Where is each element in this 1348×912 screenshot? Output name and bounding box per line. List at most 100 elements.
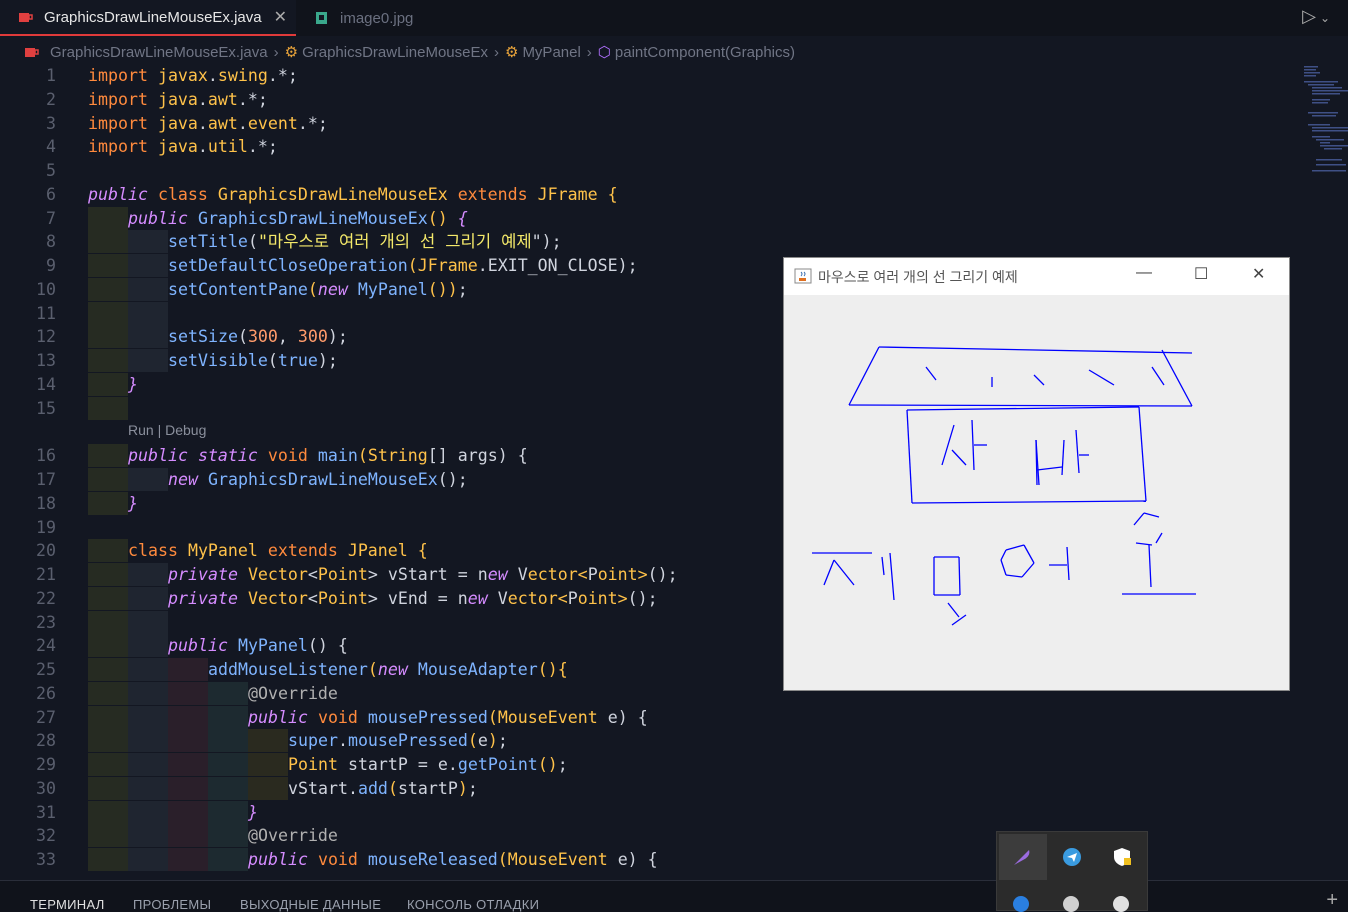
maximize-button[interactable]: ☐ [1194, 264, 1208, 284]
drawn-line [1075, 429, 1080, 474]
code-line[interactable]: 11 [0, 302, 780, 325]
tab-output[interactable]: ВЫХОДНЫЕ ДАННЫЕ [240, 897, 381, 912]
drawn-line [1005, 574, 1023, 578]
java-file-icon [25, 48, 39, 57]
code-line[interactable]: 17 new GraphicsDrawLineMouseEx(); [0, 468, 780, 491]
tab-java-file[interactable]: GraphicsDrawLineMouseEx.java ✕ [0, 0, 296, 36]
code-line[interactable]: 27 public void mousePressed(MouseEvent e)… [0, 706, 780, 729]
drawn-line [1061, 439, 1065, 476]
run-button[interactable]: ▷ ⌄ [1302, 6, 1330, 27]
add-terminal-button[interactable]: + [1326, 889, 1338, 912]
code-line[interactable]: 5 [0, 159, 780, 182]
code-line[interactable]: 13 setVisible(true); [0, 349, 780, 372]
feather-icon[interactable] [1011, 846, 1033, 868]
code-line[interactable]: 4 import java.util.*; [0, 135, 780, 158]
indent-guide [128, 254, 168, 277]
drawn-line [925, 366, 937, 381]
app-tray-icon[interactable] [1113, 896, 1129, 912]
tab-problems[interactable]: ПРОБЛЕМЫ [133, 897, 211, 912]
close-icon[interactable]: ✕ [274, 7, 287, 27]
code-line[interactable]: 14} [0, 373, 780, 396]
breadcrumb-file[interactable]: GraphicsDrawLineMouseEx.java [50, 44, 268, 61]
indent-guide [88, 611, 128, 634]
code-text: public class GraphicsDrawLineMouseEx ext… [88, 185, 618, 204]
code-line[interactable]: 25 addMouseListener(new MouseAdapter(){ [0, 658, 780, 681]
code-line[interactable]: 32 @Override [0, 824, 780, 847]
code-line[interactable]: 31} [0, 801, 780, 824]
line-number: 26 [36, 684, 56, 703]
code-text: class MyPanel extends JPanel { [128, 541, 428, 560]
code-line[interactable]: 23 [0, 611, 780, 634]
code-line[interactable]: 33 public void mouseReleased(MouseEvent e… [0, 848, 780, 871]
drawing-canvas[interactable] [784, 295, 1289, 690]
code-line[interactable]: 24 public MyPanel() { [0, 634, 780, 657]
breadcrumb-class[interactable]: GraphicsDrawLineMouseEx [302, 44, 488, 61]
code-line[interactable]: 2 import java.awt.*; [0, 88, 780, 111]
tab-image-file[interactable]: image0.jpg [300, 0, 413, 36]
code-line[interactable]: 10 setContentPane(new MyPanel()); [0, 278, 780, 301]
drawn-line [1000, 549, 1007, 561]
tab-debug-console[interactable]: КОНСОЛЬ ОТЛАДКИ [407, 897, 539, 912]
code-text: public void mouseReleased(MouseEvent e) … [248, 850, 658, 869]
indent-guide [88, 634, 128, 657]
drawn-line [941, 424, 955, 466]
minimize-button[interactable]: — [1136, 264, 1152, 282]
indent-guide [88, 706, 128, 729]
codelens-run-debug[interactable]: Run | Debug [128, 422, 206, 438]
code-line[interactable]: 19 [0, 516, 780, 539]
line-number: 27 [36, 708, 56, 727]
code-line[interactable]: 16 public static void main(String[] args)… [0, 444, 780, 467]
code-text: import java.awt.*; [88, 90, 268, 109]
code-line[interactable]: 22 private Vector<Point> vEnd = new Vecto… [0, 587, 780, 610]
code-line[interactable]: 30 vStart.add(startP); [0, 777, 780, 800]
drawn-line [878, 346, 1193, 354]
line-number: 20 [36, 541, 56, 560]
code-line[interactable]: 18} [0, 492, 780, 515]
indent-guide [208, 848, 248, 871]
line-number: 23 [36, 613, 56, 632]
line-number: 21 [36, 565, 56, 584]
code-line[interactable]: 12 setSize(300, 300); [0, 325, 780, 348]
drawn-line [958, 556, 961, 596]
shield-warning-icon[interactable] [1111, 846, 1133, 868]
drawn-line [889, 552, 895, 601]
indent-guide [88, 563, 128, 586]
tab-terminal[interactable]: ТЕРМИНАЛ [30, 897, 105, 912]
code-line[interactable]: 7 public GraphicsDrawLineMouseEx() { [0, 207, 780, 230]
code-line[interactable]: 8 setTitle("마우스로 여러 개의 선 그리기 예제"); [0, 230, 780, 253]
code-line[interactable]: 20 class MyPanel extends JPanel { [0, 539, 780, 562]
indent-guide [208, 706, 248, 729]
code-text: setContentPane(new MyPanel()); [168, 280, 468, 299]
code-line[interactable]: 29 Point startP = e.getPoint(); [0, 753, 780, 776]
drawn-line [1066, 546, 1070, 581]
breadcrumb-inner-class[interactable]: MyPanel [522, 44, 580, 61]
bluetooth-icon[interactable] [1013, 896, 1029, 912]
java-app-window[interactable]: 마우스로 여러 개의 선 그리기 예제 — ☐ ✕ [783, 257, 1290, 691]
window-title-bar[interactable]: 마우스로 여러 개의 선 그리기 예제 — ☐ ✕ [784, 258, 1289, 295]
drawn-lines [812, 346, 1196, 626]
indent-guide [168, 848, 208, 871]
drawn-line [848, 404, 1193, 407]
code-text: } [248, 803, 258, 822]
drawn-line [911, 500, 1147, 504]
code-line[interactable]: 26 @Override [0, 682, 780, 705]
code-text: public static void main(String[] args) { [128, 446, 528, 465]
telegram-icon[interactable] [1061, 846, 1083, 868]
drawn-line [971, 419, 975, 471]
minimap[interactable] [1300, 64, 1348, 184]
code-line[interactable]: 21 private Vector<Point> vStart = new Vec… [0, 563, 780, 586]
indent-guide [208, 777, 248, 800]
code-line[interactable]: 1 import javax.swing.*; [0, 64, 780, 87]
drawn-line [1148, 544, 1152, 588]
code-line[interactable]: 28 super.mousePressed(e); [0, 729, 780, 752]
code-text: import java.util.*; [88, 137, 278, 156]
code-line[interactable]: 15 [0, 397, 780, 420]
indent-guide [248, 753, 288, 776]
breadcrumb-method[interactable]: paintComponent(Graphics) [615, 44, 795, 61]
indent-guide [168, 682, 208, 705]
close-window-button[interactable]: ✕ [1252, 264, 1265, 284]
code-line[interactable]: 9 setDefaultCloseOperation(JFrame.EXIT_ON… [0, 254, 780, 277]
code-line[interactable]: 6 public class GraphicsDrawLineMouseEx ex… [0, 183, 780, 206]
code-line[interactable]: 3 import java.awt.event.*; [0, 112, 780, 135]
app-tray-icon[interactable] [1063, 896, 1079, 912]
